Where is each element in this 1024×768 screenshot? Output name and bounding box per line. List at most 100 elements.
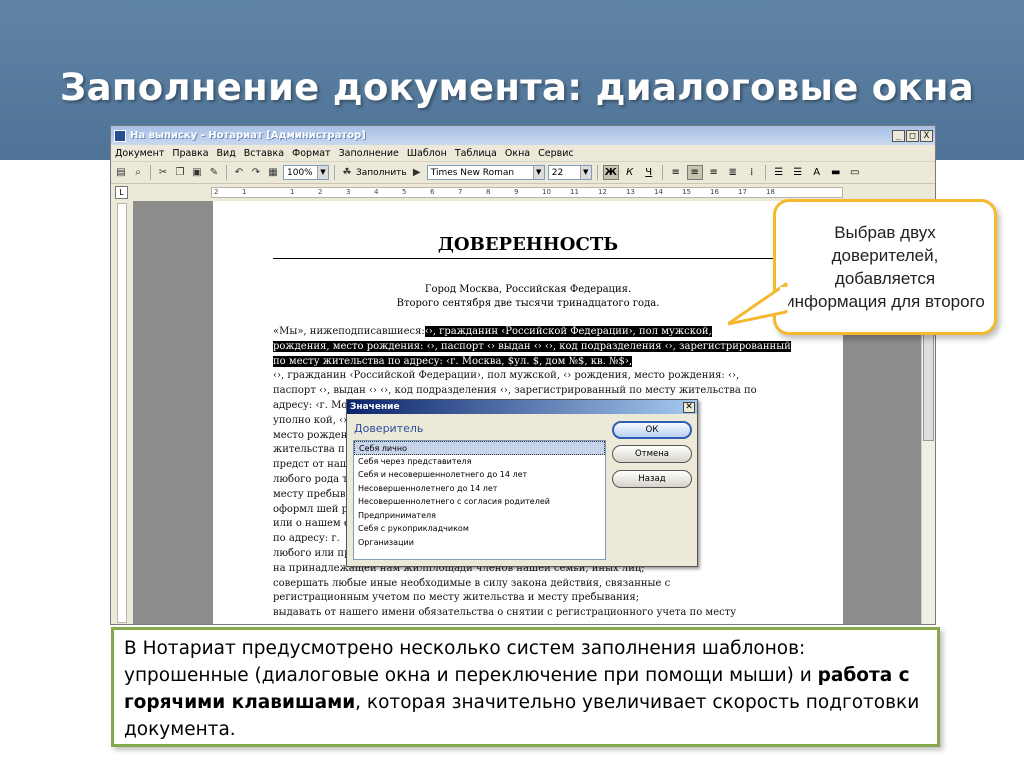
chevron-down-icon: ▼ — [579, 166, 591, 179]
ruler-track[interactable]: 2 1 1 2 3 4 5 6 7 8 9 10 11 12 13 14 15 … — [211, 187, 843, 198]
principal-list[interactable]: Себя лично Себя через представителя Себя и… — [353, 440, 606, 560]
dialog-titlebar[interactable]: Значение ✕ — [347, 400, 697, 414]
value-dialog: Значение ✕ Доверитель Себя лично Себя чер… — [346, 399, 698, 567]
font-size-increase-icon[interactable]: A — [809, 165, 825, 180]
line-text: совершать любые иные необходимые в силу … — [273, 577, 671, 589]
tab-stop-selector[interactable]: L — [115, 186, 128, 199]
highlight-icon[interactable]: ▭ — [847, 165, 863, 180]
ruler-tick: 6 — [430, 188, 435, 196]
bold-button[interactable]: Ж — [602, 165, 619, 180]
minimize-button[interactable]: _ — [892, 129, 905, 142]
cut-icon[interactable]: ✂ — [156, 166, 170, 180]
search-icon[interactable]: ⌕ — [131, 166, 145, 180]
chevron-down-icon: ▼ — [532, 166, 544, 179]
ok-button[interactable]: ОК — [612, 421, 692, 439]
document-line: рождения, место рождения: ‹›, паспорт ‹›… — [273, 340, 797, 353]
list-item[interactable]: Предпринимателя — [354, 509, 605, 523]
ruler-tick: 5 — [402, 188, 407, 196]
copy-icon[interactable]: ❐ — [173, 166, 187, 180]
redo-icon[interactable]: ↷ — [249, 166, 263, 180]
ruler-tick: 9 — [514, 188, 519, 196]
dialog-label: Доверитель — [354, 422, 424, 435]
cancel-button[interactable]: Отмена — [612, 445, 692, 463]
close-button[interactable]: X — [920, 129, 933, 142]
menu-template[interactable]: Шаблон — [407, 148, 447, 159]
toolbar-separator — [334, 165, 335, 180]
zoom-value: 100% — [287, 167, 313, 178]
list-item[interactable]: Несовершеннолетнего с согласия родителей — [354, 495, 605, 509]
list-item[interactable]: Себя через представителя — [354, 455, 605, 469]
ruler-tick: 12 — [598, 188, 607, 196]
document-line: регистрационным учетом по месту жительст… — [273, 591, 797, 604]
play-icon[interactable]: ▶ — [410, 166, 424, 180]
menu-insert[interactable]: Вставка — [244, 148, 284, 159]
format-painter-icon[interactable]: ✎ — [207, 166, 221, 180]
callout-tail — [728, 282, 788, 326]
print-preview-icon[interactable]: ▤ — [114, 166, 128, 180]
list-item[interactable]: Себя с рукоприкладчиком — [354, 522, 605, 536]
menubar: Документ Правка Вид Вставка Формат Запол… — [111, 145, 935, 162]
ruler-tick: 16 — [710, 188, 719, 196]
font-color-icon[interactable]: ▬ — [828, 165, 844, 180]
numbered-list-icon[interactable]: ☰ — [771, 165, 787, 180]
document-line: «Мы», нижеподписавшиеся:‹›, гражданин ‹Р… — [273, 325, 797, 338]
note-box: В Нотариат предусмотрено несколько систе… — [111, 627, 940, 747]
menu-service[interactable]: Сервис — [538, 148, 574, 159]
fill-button[interactable]: ☘ Заполнить — [340, 166, 407, 180]
list-item[interactable]: Себя лично — [354, 441, 605, 455]
menu-table[interactable]: Таблица — [455, 148, 497, 159]
ruler-tick: 17 — [738, 188, 747, 196]
ruler-tick: 13 — [626, 188, 635, 196]
line-text: месту пребыв — [273, 488, 346, 500]
note-text: В Нотариат предусмотрено несколько систе… — [124, 635, 927, 743]
align-justify-icon[interactable]: ≣ — [725, 165, 741, 180]
document-line: выдавать от нашего имени обязательства о… — [273, 606, 797, 619]
line-text: регистрационным учетом по месту жительст… — [273, 592, 640, 604]
font-value: Times New Roman — [430, 167, 515, 178]
highlighted-text: рождения, место рождения: ‹›, паспорт ‹›… — [273, 340, 791, 352]
menu-format[interactable]: Формат — [292, 148, 331, 159]
zoom-select[interactable]: 100% ▼ — [283, 165, 329, 180]
align-left-icon[interactable]: ≡ — [668, 165, 684, 180]
fill-icon: ☘ — [342, 167, 352, 178]
vertical-ruler[interactable] — [111, 201, 133, 624]
menu-fill[interactable]: Заполнение — [339, 148, 399, 159]
line-spacing-icon[interactable]: ⁞ — [744, 165, 760, 180]
font-size-select[interactable]: 22 ▼ — [547, 165, 592, 180]
fill-label: Заполнить — [356, 167, 407, 178]
document-line: по месту жительства по адресу: ‹г. Москв… — [273, 355, 797, 368]
list-item[interactable]: Организации — [354, 536, 605, 550]
dialog-close-button[interactable]: ✕ — [683, 401, 695, 413]
menu-view[interactable]: Вид — [217, 148, 236, 159]
document-line: совершать любые иные необходимые в силу … — [273, 577, 797, 590]
undo-icon[interactable]: ↶ — [232, 166, 246, 180]
maximize-button[interactable]: □ — [906, 129, 919, 142]
bullet-list-icon[interactable]: ☰ — [790, 165, 806, 180]
list-item[interactable]: Несовершеннолетнего до 14 лет — [354, 482, 605, 496]
paste-icon[interactable]: ▣ — [190, 166, 204, 180]
underline-button[interactable]: Ч — [641, 165, 657, 180]
toolbar-separator — [150, 165, 151, 180]
list-item[interactable]: Себя и несовершеннолетнего до 14 лет — [354, 468, 605, 482]
toolbar-separator — [596, 165, 598, 180]
align-right-icon[interactable]: ≡ — [706, 165, 722, 180]
italic-button[interactable]: К — [622, 165, 638, 180]
menu-windows[interactable]: Окна — [505, 148, 530, 159]
ruler-tick: 3 — [346, 188, 351, 196]
highlighted-text: по месту жительства по адресу: ‹г. Москв… — [273, 355, 632, 367]
line-text: адресу: ‹г. Мо — [273, 400, 348, 411]
callout-box: Выбрав двух доверителей, добавляется инф… — [773, 199, 997, 335]
table-icon[interactable]: ▦ — [266, 166, 280, 180]
back-button[interactable]: Назад — [612, 470, 692, 488]
font-select[interactable]: Times New Roman ▼ — [426, 165, 545, 180]
align-center-icon[interactable]: ≡ — [686, 165, 703, 180]
line-text: по адресу: г. — [273, 533, 340, 545]
scrollbar-thumb[interactable] — [923, 321, 934, 441]
toolbar-separator — [226, 165, 227, 180]
callout-text: Выбрав двух доверителей, добавляется инф… — [785, 223, 985, 311]
menu-edit[interactable]: Правка — [172, 148, 208, 159]
window-title: На выписку - Нотариат [Администратор] — [130, 130, 366, 141]
toolbar-separator — [764, 165, 766, 180]
window-titlebar[interactable]: На выписку - Нотариат [Администратор] _ … — [111, 126, 935, 145]
menu-document[interactable]: Документ — [115, 148, 164, 159]
